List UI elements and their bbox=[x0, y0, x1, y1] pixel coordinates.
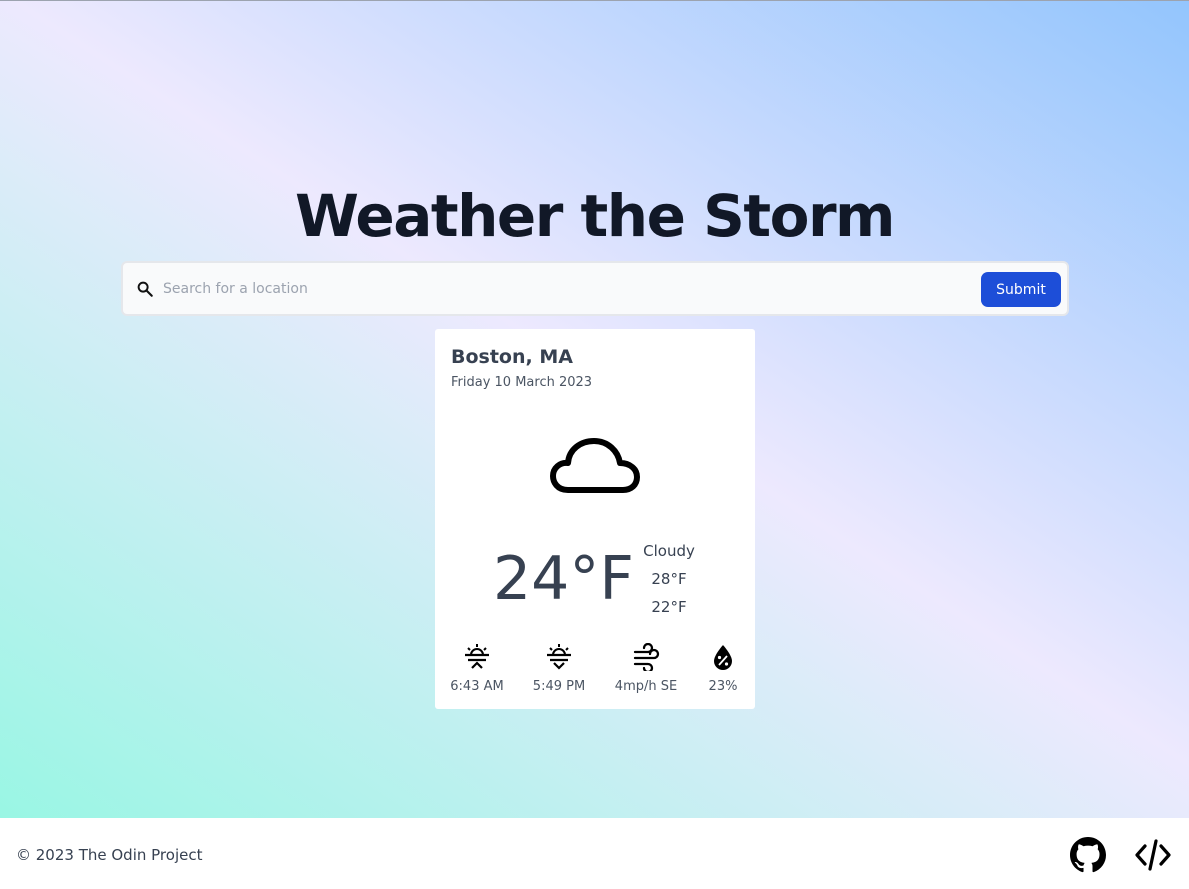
source-code-link[interactable] bbox=[1135, 838, 1171, 872]
wind-speed: 4mp/h SE bbox=[614, 679, 678, 694]
weather-date: Friday 10 March 2023 bbox=[451, 375, 593, 390]
footer: © 2023 The Odin Project bbox=[0, 818, 1189, 889]
sunrise-icon bbox=[465, 644, 489, 669]
search-icon bbox=[137, 281, 153, 297]
copyright-text: © 2023 The Odin Project bbox=[16, 846, 203, 864]
submit-button[interactable]: Submit bbox=[981, 272, 1061, 307]
search-input[interactable] bbox=[163, 275, 963, 303]
humidity-stat: 23% bbox=[703, 643, 743, 694]
low-temperature: 22°F bbox=[651, 598, 687, 616]
code-icon bbox=[1135, 839, 1171, 871]
github-link[interactable] bbox=[1070, 837, 1106, 873]
sunset-icon bbox=[547, 644, 571, 670]
current-temperature: 24°F bbox=[493, 544, 634, 614]
sunrise-stat: 6:43 AM bbox=[447, 643, 507, 694]
humidity-icon bbox=[714, 645, 732, 670]
wind-stat: 4mp/h SE bbox=[609, 643, 683, 694]
page-title: Weather the Storm bbox=[295, 182, 895, 250]
wind-icon bbox=[633, 643, 660, 671]
weather-card: Boston, MA Friday 10 March 2023 24°F Clo… bbox=[435, 329, 755, 709]
hero-section: Weather the Storm Submit Boston, MA Frid… bbox=[0, 1, 1189, 818]
location-name: Boston, MA bbox=[451, 346, 573, 368]
sunrise-time: 6:43 AM bbox=[450, 679, 504, 694]
condition-summary: Cloudy 28°F 22°F bbox=[635, 537, 703, 621]
sunset-stat: 5:49 PM bbox=[529, 643, 589, 694]
high-temperature: 28°F bbox=[651, 570, 687, 588]
sunset-time: 5:49 PM bbox=[532, 679, 586, 694]
cloud-icon bbox=[550, 438, 640, 493]
github-icon bbox=[1070, 837, 1106, 873]
humidity-value: 23% bbox=[708, 679, 738, 694]
condition-text: Cloudy bbox=[643, 542, 695, 560]
search-form: Submit bbox=[121, 261, 1069, 316]
